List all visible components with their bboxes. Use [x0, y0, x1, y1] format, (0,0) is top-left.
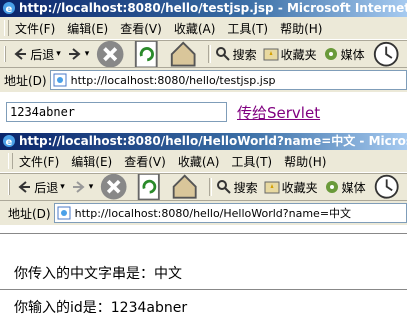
address-bar: 地址(D) http://localhost:8080/hello/HelloW…	[0, 200, 407, 226]
address-label: 地址(D)	[4, 73, 47, 88]
menu-tools[interactable]: 工具(T)	[231, 153, 272, 170]
search-icon	[216, 180, 231, 194]
back-label: 后退	[30, 47, 55, 62]
ie-logo-icon: e	[3, 134, 15, 148]
media-button[interactable]: 媒体	[323, 46, 365, 63]
home-icon[interactable]	[170, 173, 199, 200]
menu-bar: 文件(F) 编辑(E) 查看(V) 收藏(A) 工具(T) 帮助(H)	[0, 17, 407, 40]
menu-edit[interactable]: 编辑(E)	[71, 153, 112, 170]
search-button[interactable]: 搜索	[215, 46, 257, 63]
back-button[interactable]: 后退 ▾	[16, 179, 65, 196]
address-label: 地址(D)	[8, 206, 51, 221]
menu-file[interactable]: 文件(F)	[19, 153, 59, 170]
toolbar-grip[interactable]	[8, 179, 11, 195]
window-title: http://localhost:8080/hello/testjsp.jsp …	[19, 1, 407, 15]
toolbar-grip[interactable]	[4, 46, 7, 62]
chinese-string-line: 你传入的中文字串是：中文	[14, 266, 182, 282]
standard-toolbar: 后退 ▾ ▾ 搜索 收藏夹 媒体	[0, 173, 407, 200]
media-button[interactable]: 媒体	[324, 179, 366, 196]
search-button[interactable]: 搜索	[216, 179, 258, 196]
forward-button[interactable]: ▾	[67, 46, 90, 62]
ie-logo-icon: e	[3, 1, 15, 15]
toolbar-separator	[208, 45, 211, 63]
standard-toolbar: 后退 ▾ ▾ 搜索 收藏夹 媒体	[0, 40, 407, 67]
toolbar-grip[interactable]	[8, 153, 13, 169]
media-label: 媒体	[340, 47, 365, 62]
address-value: http://localhost:8080/hello/HelloWorld?n…	[74, 207, 352, 220]
back-button[interactable]: 后退 ▾	[12, 46, 61, 63]
search-icon	[215, 47, 230, 61]
favorites-icon	[263, 48, 279, 61]
favorites-icon	[264, 181, 280, 194]
menu-edit[interactable]: 编辑(E)	[67, 20, 108, 37]
address-input[interactable]: http://localhost:8080/hello/testjsp.jsp	[49, 70, 407, 90]
back-arrow-icon	[18, 181, 31, 193]
page-content: 你传入的中文字串是：中文 你输入的id是：1234abner	[0, 225, 407, 328]
id-line: 你输入的id是：1234abner	[14, 300, 188, 316]
media-label: 媒体	[341, 180, 366, 195]
favorites-label: 收藏夹	[280, 47, 317, 62]
divider	[0, 289, 407, 290]
favorites-button[interactable]: 收藏夹	[264, 179, 318, 196]
media-icon	[324, 48, 337, 60]
forward-dropdown-icon[interactable]: ▾	[85, 49, 90, 59]
forward-button[interactable]: ▾	[71, 179, 94, 195]
window-title: http://localhost:8080/hello/HelloWorld?n…	[19, 134, 407, 148]
search-label: 搜索	[232, 47, 257, 62]
toolbar-separator	[209, 178, 212, 196]
media-icon	[325, 181, 338, 193]
back-arrow-icon	[14, 48, 27, 60]
refresh-icon[interactable]	[132, 40, 162, 67]
history-icon[interactable]	[371, 40, 401, 67]
page-icon	[57, 206, 71, 220]
address-input[interactable]: http://localhost:8080/hello/HelloWorld?n…	[53, 203, 407, 223]
forward-arrow-icon	[72, 181, 85, 193]
refresh-icon[interactable]	[135, 173, 164, 200]
menu-help[interactable]: 帮助(H)	[284, 153, 326, 170]
browser-window-1: e http://localhost:8080/hello/testjsp.jsp…	[0, 0, 407, 132]
stop-icon[interactable]	[99, 173, 128, 200]
menu-view[interactable]: 查看(V)	[120, 20, 162, 37]
back-label: 后退	[34, 180, 59, 195]
back-dropdown-icon[interactable]: ▾	[60, 182, 65, 192]
menu-favorites[interactable]: 收藏(A)	[178, 153, 220, 170]
address-bar: 地址(D) http://localhost:8080/hello/testjs…	[0, 67, 407, 93]
toolbar-grip[interactable]	[4, 20, 9, 36]
page-icon	[53, 73, 67, 87]
home-icon[interactable]	[168, 40, 198, 67]
search-label: 搜索	[233, 180, 258, 195]
history-icon[interactable]	[372, 173, 401, 200]
title-bar: e http://localhost:8080/hello/testjsp.jsp…	[0, 0, 407, 17]
favorites-button[interactable]: 收藏夹	[263, 46, 317, 63]
back-dropdown-icon[interactable]: ▾	[56, 49, 61, 59]
divider	[0, 233, 407, 234]
svg-text:e: e	[6, 137, 13, 148]
forward-arrow-icon	[68, 48, 81, 60]
send-to-servlet-link[interactable]: 传给Servlet	[237, 102, 320, 123]
menu-view[interactable]: 查看(V)	[124, 153, 166, 170]
name-input[interactable]: 1234abner	[6, 102, 227, 122]
favorites-label: 收藏夹	[281, 180, 318, 195]
page-content: 1234abner 传给Servlet	[0, 92, 407, 132]
browser-window-2: e http://localhost:8080/hello/HelloWorld?…	[0, 133, 407, 328]
stop-icon[interactable]	[95, 40, 125, 67]
title-bar: e http://localhost:8080/hello/HelloWorld?…	[0, 133, 407, 150]
menu-favorites[interactable]: 收藏(A)	[174, 20, 216, 37]
forward-dropdown-icon[interactable]: ▾	[89, 182, 94, 192]
menu-tools[interactable]: 工具(T)	[227, 20, 268, 37]
menu-bar: 文件(F) 编辑(E) 查看(V) 收藏(A) 工具(T) 帮助(H)	[0, 150, 407, 173]
svg-text:e: e	[6, 4, 13, 15]
menu-help[interactable]: 帮助(H)	[280, 20, 322, 37]
menu-file[interactable]: 文件(F)	[15, 20, 55, 37]
address-value: http://localhost:8080/hello/testjsp.jsp	[70, 73, 276, 87]
